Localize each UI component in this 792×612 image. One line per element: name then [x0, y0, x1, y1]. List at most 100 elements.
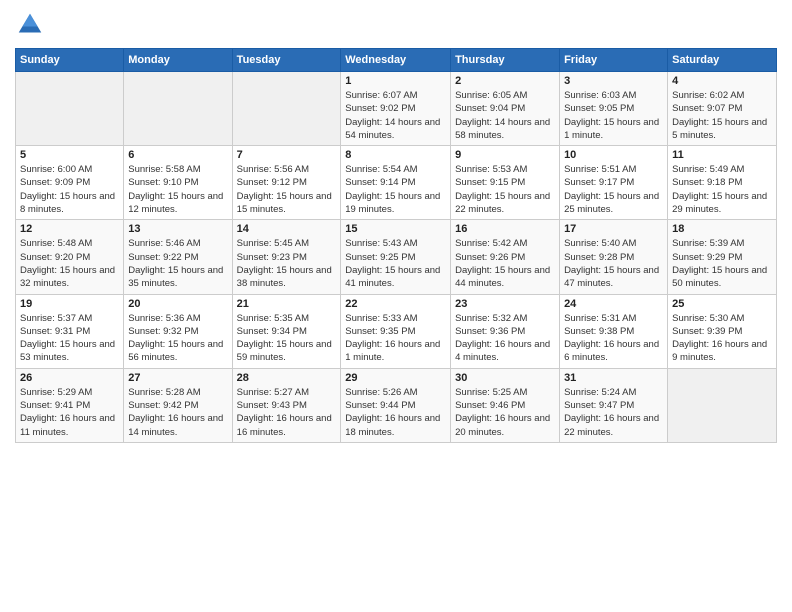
day-number: 8 [345, 149, 446, 161]
day-number: 22 [345, 298, 446, 310]
calendar-cell: 31 Sunrise: 5:24 AMSunset: 9:47 PMDayligh… [560, 368, 668, 442]
day-number: 17 [564, 223, 663, 235]
day-number: 28 [237, 372, 337, 384]
day-info: Sunrise: 5:45 AMSunset: 9:23 PMDaylight:… [237, 237, 337, 290]
calendar-cell: 22 Sunrise: 5:33 AMSunset: 9:35 PMDayligh… [341, 294, 451, 368]
day-info: Sunrise: 5:58 AMSunset: 9:10 PMDaylight:… [128, 163, 227, 216]
day-number: 21 [237, 298, 337, 310]
calendar-cell [16, 72, 124, 146]
day-number: 31 [564, 372, 663, 384]
day-info: Sunrise: 5:25 AMSunset: 9:46 PMDaylight:… [455, 386, 555, 439]
calendar-cell: 10 Sunrise: 5:51 AMSunset: 9:17 PMDayligh… [560, 146, 668, 220]
day-info: Sunrise: 5:24 AMSunset: 9:47 PMDaylight:… [564, 386, 663, 439]
day-number: 5 [20, 149, 119, 161]
day-info: Sunrise: 5:33 AMSunset: 9:35 PMDaylight:… [345, 312, 446, 365]
calendar-table: SundayMondayTuesdayWednesdayThursdayFrid… [15, 48, 777, 443]
day-info: Sunrise: 5:29 AMSunset: 9:41 PMDaylight:… [20, 386, 119, 439]
day-info: Sunrise: 5:40 AMSunset: 9:28 PMDaylight:… [564, 237, 663, 290]
calendar-cell: 28Sunrise: 5:27 AMSunset: 9:43 PMDayligh… [232, 368, 341, 442]
calendar-cell: 7Sunrise: 5:56 AMSunset: 9:12 PMDaylight… [232, 146, 341, 220]
calendar-cell: 8 Sunrise: 5:54 AMSunset: 9:14 PMDaylight… [341, 146, 451, 220]
day-info: Sunrise: 5:56 AMSunset: 9:12 PMDaylight:… [237, 163, 337, 216]
day-number: 18 [672, 223, 772, 235]
calendar-cell [124, 72, 232, 146]
day-info: Sunrise: 5:35 AMSunset: 9:34 PMDaylight:… [237, 312, 337, 365]
day-number: 15 [345, 223, 446, 235]
day-info: Sunrise: 5:37 AMSunset: 9:31 PMDaylight:… [20, 312, 119, 365]
day-number: 11 [672, 149, 772, 161]
calendar-cell: 29 Sunrise: 5:26 AMSunset: 9:44 PMDayligh… [341, 368, 451, 442]
day-number: 2 [455, 75, 555, 87]
calendar-cell: 2Sunrise: 6:05 AMSunset: 9:04 PMDaylight… [451, 72, 560, 146]
day-number: 24 [564, 298, 663, 310]
header [15, 10, 777, 40]
calendar-cell: 21 Sunrise: 5:35 AMSunset: 9:34 PMDayligh… [232, 294, 341, 368]
day-number: 16 [455, 223, 555, 235]
day-info: Sunrise: 5:46 AMSunset: 9:22 PMDaylight:… [128, 237, 227, 290]
calendar-cell: 19 Sunrise: 5:37 AMSunset: 9:31 PMDayligh… [16, 294, 124, 368]
calendar-week-row: 5 Sunrise: 6:00 AMSunset: 9:09 PMDaylight… [16, 146, 777, 220]
calendar-cell: 9Sunrise: 5:53 AMSunset: 9:15 PMDaylight… [451, 146, 560, 220]
day-info: Sunrise: 6:02 AMSunset: 9:07 PMDaylight:… [672, 89, 772, 142]
calendar-cell: 30 Sunrise: 5:25 AMSunset: 9:46 PMDayligh… [451, 368, 560, 442]
day-number: 29 [345, 372, 446, 384]
day-info: Sunrise: 5:31 AMSunset: 9:38 PMDaylight:… [564, 312, 663, 365]
day-number: 1 [345, 75, 446, 87]
calendar-cell: 3Sunrise: 6:03 AMSunset: 9:05 PMDaylight… [560, 72, 668, 146]
day-number: 9 [455, 149, 555, 161]
logo-icon [15, 10, 45, 40]
day-number: 20 [128, 298, 227, 310]
calendar-cell: 6 Sunrise: 5:58 AMSunset: 9:10 PMDaylight… [124, 146, 232, 220]
logo [15, 10, 49, 40]
weekday-header: Tuesday [232, 49, 341, 72]
day-info: Sunrise: 5:49 AMSunset: 9:18 PMDaylight:… [672, 163, 772, 216]
day-number: 26 [20, 372, 119, 384]
calendar-cell: 13 Sunrise: 5:46 AMSunset: 9:22 PMDayligh… [124, 220, 232, 294]
weekday-header: Sunday [16, 49, 124, 72]
calendar-cell: 16 Sunrise: 5:42 AMSunset: 9:26 PMDayligh… [451, 220, 560, 294]
weekday-header: Monday [124, 49, 232, 72]
calendar-cell [668, 368, 777, 442]
day-info: Sunrise: 5:48 AMSunset: 9:20 PMDaylight:… [20, 237, 119, 290]
calendar-cell: 24 Sunrise: 5:31 AMSunset: 9:38 PMDayligh… [560, 294, 668, 368]
calendar-cell: 26 Sunrise: 5:29 AMSunset: 9:41 PMDayligh… [16, 368, 124, 442]
day-info: Sunrise: 5:43 AMSunset: 9:25 PMDaylight:… [345, 237, 446, 290]
calendar-cell: 1 Sunrise: 6:07 AMSunset: 9:02 PMDaylight… [341, 72, 451, 146]
calendar-cell: 25Sunrise: 5:30 AMSunset: 9:39 PMDayligh… [668, 294, 777, 368]
calendar-cell: 12 Sunrise: 5:48 AMSunset: 9:20 PMDayligh… [16, 220, 124, 294]
day-info: Sunrise: 6:00 AMSunset: 9:09 PMDaylight:… [20, 163, 119, 216]
day-number: 6 [128, 149, 227, 161]
day-number: 30 [455, 372, 555, 384]
day-info: Sunrise: 6:07 AMSunset: 9:02 PMDaylight:… [345, 89, 446, 142]
weekday-header: Wednesday [341, 49, 451, 72]
calendar-cell: 5 Sunrise: 6:00 AMSunset: 9:09 PMDaylight… [16, 146, 124, 220]
weekday-header: Friday [560, 49, 668, 72]
day-number: 4 [672, 75, 772, 87]
day-number: 13 [128, 223, 227, 235]
calendar-cell [232, 72, 341, 146]
weekday-header: Thursday [451, 49, 560, 72]
calendar-week-row: 12 Sunrise: 5:48 AMSunset: 9:20 PMDayligh… [16, 220, 777, 294]
day-info: Sunrise: 6:03 AMSunset: 9:05 PMDaylight:… [564, 89, 663, 142]
day-info: Sunrise: 5:51 AMSunset: 9:17 PMDaylight:… [564, 163, 663, 216]
day-number: 10 [564, 149, 663, 161]
calendar-cell: 17 Sunrise: 5:40 AMSunset: 9:28 PMDayligh… [560, 220, 668, 294]
calendar-cell: 4 Sunrise: 6:02 AMSunset: 9:07 PMDaylight… [668, 72, 777, 146]
calendar-cell: 11 Sunrise: 5:49 AMSunset: 9:18 PMDayligh… [668, 146, 777, 220]
day-number: 19 [20, 298, 119, 310]
day-info: Sunrise: 5:26 AMSunset: 9:44 PMDaylight:… [345, 386, 446, 439]
day-number: 25 [672, 298, 772, 310]
day-number: 23 [455, 298, 555, 310]
calendar-cell: 18Sunrise: 5:39 AMSunset: 9:29 PMDayligh… [668, 220, 777, 294]
calendar-week-row: 26 Sunrise: 5:29 AMSunset: 9:41 PMDayligh… [16, 368, 777, 442]
calendar-header: SundayMondayTuesdayWednesdayThursdayFrid… [16, 49, 777, 72]
calendar-cell: 27Sunrise: 5:28 AMSunset: 9:42 PMDayligh… [124, 368, 232, 442]
day-info: Sunrise: 5:36 AMSunset: 9:32 PMDaylight:… [128, 312, 227, 365]
day-number: 14 [237, 223, 337, 235]
day-info: Sunrise: 5:42 AMSunset: 9:26 PMDaylight:… [455, 237, 555, 290]
day-info: Sunrise: 5:54 AMSunset: 9:14 PMDaylight:… [345, 163, 446, 216]
day-number: 12 [20, 223, 119, 235]
day-info: Sunrise: 5:32 AMSunset: 9:36 PMDaylight:… [455, 312, 555, 365]
calendar-week-row: 19 Sunrise: 5:37 AMSunset: 9:31 PMDayligh… [16, 294, 777, 368]
calendar-cell: 20 Sunrise: 5:36 AMSunset: 9:32 PMDayligh… [124, 294, 232, 368]
